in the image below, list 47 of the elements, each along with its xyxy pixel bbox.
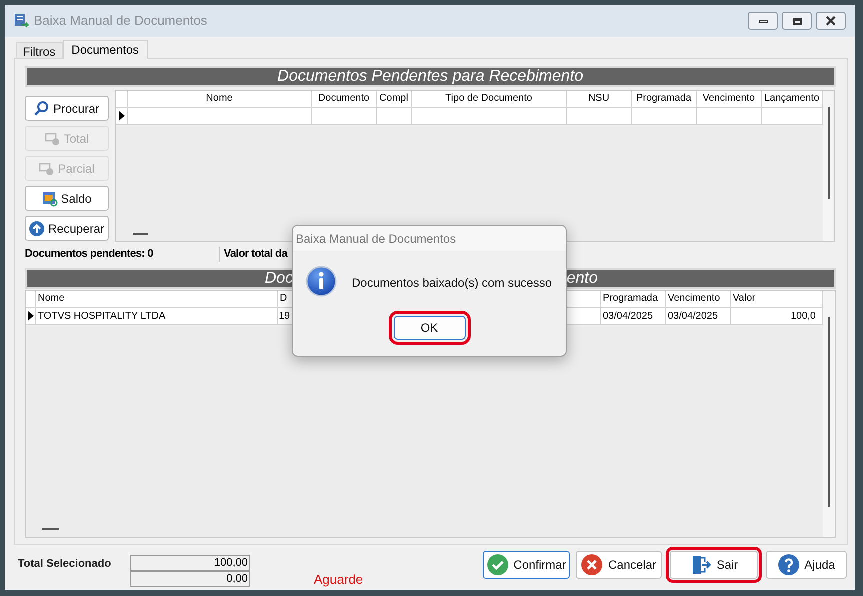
check-icon bbox=[486, 554, 509, 576]
tab[interactable]: Filtros bbox=[16, 42, 63, 58]
action-button[interactable]: Procurar bbox=[25, 96, 109, 121]
dialog-message: Documentos baixado(s) com sucesso bbox=[352, 275, 552, 292]
section-title: ento bbox=[566, 270, 598, 287]
column-header: Nome bbox=[128, 91, 312, 107]
total-field: 0,00 bbox=[130, 571, 250, 587]
help-icon bbox=[778, 554, 800, 576]
document-icon bbox=[13, 13, 29, 29]
status-text: Aguarde bbox=[314, 571, 364, 589]
table-cell-text: 19 bbox=[279, 310, 290, 324]
column-header: NSU bbox=[567, 91, 632, 107]
column-header: Vencimento bbox=[666, 291, 731, 307]
section-title: Doc bbox=[265, 270, 294, 287]
info-icon bbox=[306, 266, 337, 297]
close-button[interactable] bbox=[816, 12, 846, 30]
table-cell-text: 03/04/2025 bbox=[668, 310, 718, 324]
total-field: 100,00 bbox=[130, 555, 250, 571]
action-button[interactable]: Recuperar bbox=[25, 216, 109, 241]
pending-total-label: Valor total da bbox=[224, 247, 288, 262]
dialog-title: Baixa Manual de Documentos bbox=[296, 230, 456, 248]
footer-button[interactable]: Confirmar bbox=[483, 551, 570, 579]
section-title: Documentos Pendentes para Recebimento bbox=[25, 66, 836, 87]
column-header: Compl bbox=[377, 91, 412, 107]
pending-count: Documentos pendentes: 0 bbox=[25, 247, 154, 262]
window-title: Baixa Manual de Documentos bbox=[34, 12, 208, 30]
footer-button[interactable]: Ajuda bbox=[766, 551, 847, 579]
column-header: Nome bbox=[36, 291, 278, 307]
column-header: Tipo de Documento bbox=[412, 91, 567, 107]
table-cell-text: 03/04/2025 bbox=[603, 310, 654, 324]
scroll-thumb bbox=[42, 528, 59, 530]
close-icon bbox=[825, 16, 837, 26]
minimize-button[interactable] bbox=[748, 12, 778, 30]
total-label: Total Selecionado bbox=[18, 557, 112, 572]
scroll-thumb bbox=[133, 233, 148, 235]
column-header: Documento bbox=[312, 91, 377, 107]
action-button[interactable]: Saldo bbox=[25, 186, 109, 211]
column-header: Programada bbox=[601, 291, 666, 307]
column-header: Programada bbox=[632, 91, 697, 107]
table-cell-text: 100,0 bbox=[790, 310, 816, 324]
close-icon bbox=[581, 554, 604, 576]
footer-button[interactable]: Cancelar bbox=[576, 551, 662, 579]
column-header: Vencimento bbox=[697, 91, 762, 107]
search-icon bbox=[34, 100, 50, 116]
table-cell-text: TOTVS HOSPITALITY LTDA bbox=[38, 310, 166, 324]
tab[interactable]: Documentos bbox=[62, 40, 148, 59]
maximize-button[interactable] bbox=[782, 12, 812, 30]
